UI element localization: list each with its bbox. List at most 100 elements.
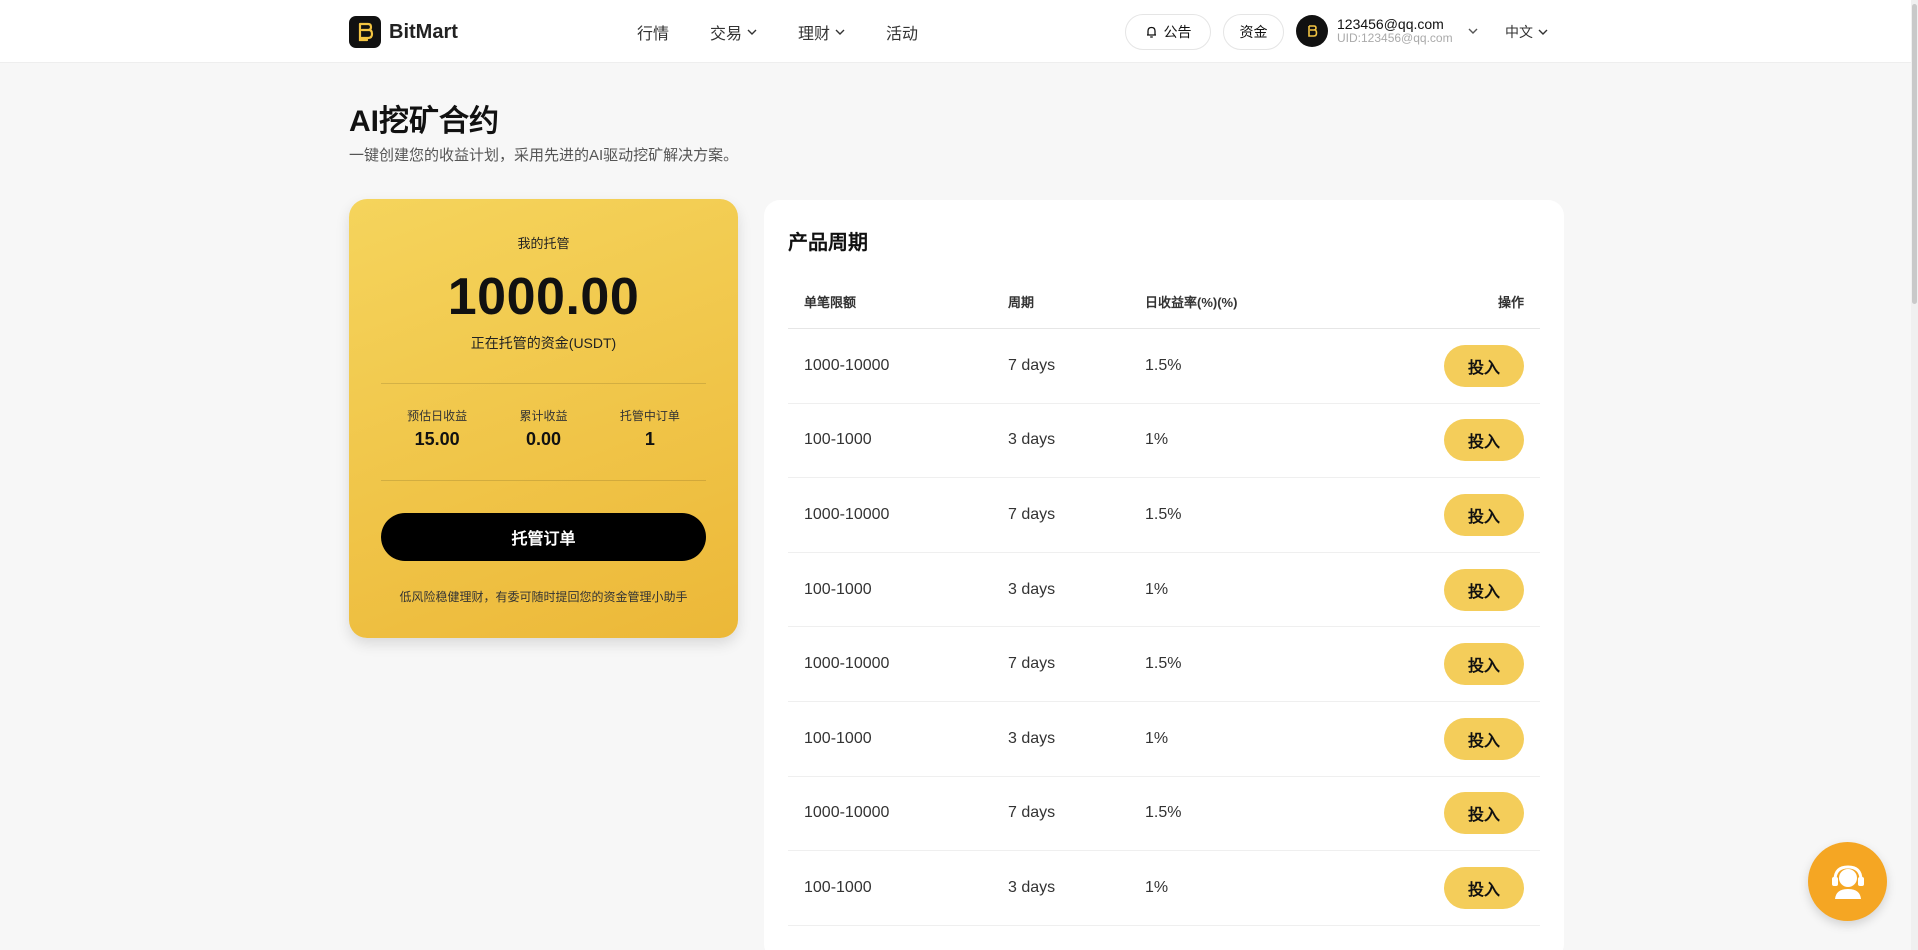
nav-finance[interactable]: 理财: [798, 20, 845, 44]
stat-active-orders: 托管中订单 1: [620, 407, 680, 450]
table-row: 100-1000 3 days 1% 投入: [788, 851, 1540, 926]
custody-unit-label: 正在托管的资金(USDT): [470, 335, 617, 351]
table-row: 100-1000 3 days 1% 投入: [788, 404, 1540, 479]
cell-limit: 1000-10000: [804, 804, 890, 822]
table-row: 100-1000 3 days 1% 投入: [788, 553, 1540, 628]
custody-note: 低风险稳健理财，有委可随时提回您的资金管理小助手: [399, 590, 688, 604]
cell-period: 3 days: [1008, 729, 1056, 747]
cell-period: 3 days: [1008, 580, 1056, 598]
invest-button[interactable]: 投入: [1444, 493, 1524, 536]
cell-limit: 100-1000: [804, 431, 872, 449]
chevron-down-icon: [1538, 29, 1548, 35]
stat-label: 累计收益: [519, 409, 568, 423]
invest-button[interactable]: 投入: [1444, 866, 1524, 909]
brand-name: BitMart: [389, 20, 458, 43]
cell-limit: 1000-10000: [804, 655, 890, 673]
page-subtitle: 一键创建您的收益计划，采用先进的AI驱动挖矿解决方案。: [349, 147, 739, 164]
logo-icon: [349, 16, 381, 48]
brand-logo[interactable]: BitMart: [349, 16, 458, 48]
cell-rate: 1.5%: [1145, 804, 1182, 822]
stat-label: 托管中订单: [619, 409, 680, 423]
card-divider: [381, 383, 706, 384]
cell-period: 3 days: [1008, 878, 1056, 896]
user-menu[interactable]: 123456@qq.com UID:123456@qq.com: [1296, 15, 1478, 47]
table-header: 单笔限额 周期 日收益率(%)(%) 操作: [788, 292, 1540, 329]
funds-label: 资金: [1239, 24, 1268, 40]
stat-label: 预估日收益: [407, 409, 468, 423]
nav-trade[interactable]: 交易: [710, 20, 757, 44]
cell-limit: 1000-10000: [804, 356, 890, 374]
custody-amount: 1000.00: [447, 268, 640, 326]
cell-rate: 1.5%: [1145, 655, 1182, 673]
table-row: 1000-10000 7 days 1.5% 投入: [788, 329, 1540, 404]
customer-support-icon: [1831, 864, 1864, 899]
nav-finance-label: 理财: [798, 26, 831, 43]
announcement-button[interactable]: 公告: [1125, 14, 1211, 50]
column-header: 周期: [1008, 295, 1035, 310]
stat-value: 0.00: [525, 429, 562, 449]
user-email: 123456@qq.com: [1337, 15, 1444, 32]
main-nav: 行情 交易 理财 活动: [637, 20, 959, 44]
cell-rate: 1%: [1145, 580, 1169, 598]
chevron-down-icon: [747, 29, 757, 35]
cell-limit: 100-1000: [804, 580, 872, 598]
user-uid: UID:123456@qq.com: [1337, 31, 1453, 46]
column-header: 日收益率(%)(%): [1145, 295, 1238, 310]
cell-period: 7 days: [1008, 505, 1056, 523]
nav-market-label: 行情: [637, 26, 670, 43]
language-label: 中文: [1505, 24, 1533, 40]
bitmart-avatar-icon: [1296, 15, 1328, 47]
cell-limit: 100-1000: [804, 878, 872, 896]
column-header: 操作: [1497, 295, 1524, 310]
product-panel-title: 产品周期: [788, 232, 868, 254]
top-header: BitMart 行情 交易 理财 活动 公告 资金 123456@qq.com: [0, 0, 1918, 63]
table-row: 1000-10000 7 days 1.5% 投入: [788, 777, 1540, 852]
invest-button[interactable]: 投入: [1444, 344, 1524, 387]
invest-button[interactable]: 投入: [1444, 568, 1524, 611]
cell-rate: 1%: [1145, 729, 1169, 747]
cell-period: 7 days: [1008, 804, 1056, 822]
invest-button[interactable]: 投入: [1444, 643, 1524, 686]
page-scrollbar[interactable]: [1911, 0, 1918, 950]
custody-stats: 预估日收益 15.00 累计收益 0.00 托管中订单 1: [381, 407, 706, 450]
user-info: 123456@qq.com UID:123456@qq.com: [1337, 15, 1453, 46]
custody-orders-button[interactable]: 托管订单: [381, 513, 706, 561]
invest-button[interactable]: 投入: [1444, 419, 1524, 462]
stat-cumulative: 累计收益 0.00: [519, 407, 567, 450]
cell-limit: 100-1000: [804, 729, 872, 747]
scrollbar-thumb[interactable]: [1912, 4, 1917, 304]
announcement-label: 公告: [1163, 24, 1192, 40]
custody-label: 我的托管: [517, 236, 570, 251]
cell-period: 7 days: [1008, 356, 1056, 374]
table-row: 1000-10000 7 days 1.5% 投入: [788, 627, 1540, 702]
custody-card: 我的托管 1000.00 正在托管的资金(USDT) 预估日收益 15.00 累…: [349, 199, 738, 638]
invest-button[interactable]: 投入: [1444, 717, 1524, 760]
nav-activity-label: 活动: [886, 26, 919, 43]
page-title: AI挖矿合约: [349, 105, 499, 138]
cell-rate: 1%: [1145, 431, 1169, 449]
stat-value: 15.00: [414, 429, 460, 449]
card-divider: [381, 480, 706, 481]
cell-rate: 1%: [1145, 878, 1169, 896]
bell-icon: [1146, 26, 1156, 38]
customer-support-button[interactable]: [1808, 842, 1887, 921]
cell-period: 7 days: [1008, 655, 1056, 673]
nav-activity[interactable]: 活动: [886, 20, 918, 44]
nav-trade-label: 交易: [710, 26, 743, 43]
table-row: 1000-10000 7 days 1.5% 投入: [788, 478, 1540, 553]
cell-limit: 1000-10000: [804, 505, 890, 523]
stat-est-daily: 预估日收益 15.00: [407, 407, 467, 450]
product-panel: 产品周期 单笔限额 周期 日收益率(%)(%) 操作 1000-10000 7 d…: [764, 200, 1564, 950]
chevron-down-icon: [1468, 28, 1478, 34]
chevron-down-icon: [835, 29, 845, 35]
invest-button[interactable]: 投入: [1444, 792, 1524, 835]
stat-value: 1: [644, 429, 655, 449]
cell-period: 3 days: [1008, 431, 1056, 449]
column-header: 单笔限额: [804, 295, 857, 310]
language-select[interactable]: 中文: [1505, 22, 1548, 42]
cell-rate: 1.5%: [1145, 505, 1182, 523]
funds-button[interactable]: 资金: [1223, 14, 1284, 50]
product-table-body: 1000-10000 7 days 1.5% 投入 100-1000 3 days 1% 投入…: [788, 329, 1540, 926]
nav-market[interactable]: 行情: [637, 20, 669, 44]
table-row: 100-1000 3 days 1% 投入: [788, 702, 1540, 777]
